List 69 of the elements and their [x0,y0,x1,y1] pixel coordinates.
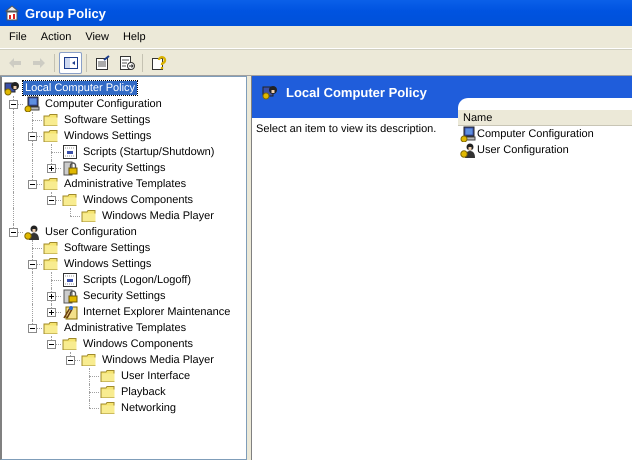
expand-icon[interactable] [47,292,56,301]
collapse-icon[interactable] [9,228,18,237]
folder-icon [81,353,97,367]
tree-item[interactable]: Internet Explorer Maintenance [81,305,232,319]
panel-title: Local Computer Policy [286,84,427,100]
column-header[interactable]: Name [458,112,492,124]
menu-item[interactable]: Help [116,31,153,43]
policy-icon [4,80,20,96]
tree-item[interactable]: Windows Settings [62,257,154,271]
list-item[interactable]: Computer Configuration [477,128,594,140]
collapse-icon[interactable] [9,100,18,109]
tree-item[interactable]: User Interface [119,369,192,383]
lock-icon [62,288,78,304]
policy-icon [4,5,20,21]
tree-item[interactable]: Computer Configuration [43,97,164,111]
folder-icon [100,385,116,399]
folder-icon [43,257,59,271]
tree-item[interactable]: Windows Settings [62,129,154,143]
tools-icon [62,304,78,320]
tree-item[interactable]: Windows Components [81,337,196,351]
collapse-icon[interactable] [28,324,37,333]
tree-item[interactable]: Windows Media Player [100,353,216,367]
tree-item[interactable]: Playback [119,385,168,399]
folder-icon [43,321,59,335]
folder-icon [43,177,59,191]
menu-item[interactable]: Action [34,31,78,43]
collapse-icon[interactable] [28,132,37,141]
script-icon [62,144,78,160]
folder-icon [100,369,116,383]
computer-icon [460,126,476,142]
lock-icon [62,160,78,176]
folder-icon [43,241,59,255]
tree-item[interactable]: Scripts (Startup/Shutdown) [81,145,216,159]
tree-item[interactable]: User Configuration [43,225,139,239]
list-item[interactable]: User Configuration [477,144,569,156]
tree-item[interactable]: Administrative Templates [62,177,188,191]
tree-item[interactable]: Software Settings [62,113,152,127]
expand-icon[interactable] [47,308,56,317]
folder-icon [62,337,78,351]
collapse-icon[interactable] [28,260,37,269]
menu-item[interactable]: View [78,31,116,43]
tree-item[interactable]: Local Computer Policy [23,81,138,95]
menu-item[interactable]: File [2,31,34,43]
collapse-icon[interactable] [28,180,37,189]
tree-item[interactable]: Scripts (Logon/Logoff) [81,273,194,287]
folder-icon [62,193,78,207]
policy-icon [262,84,278,100]
tree-item[interactable]: Windows Components [81,193,196,207]
collapse-icon[interactable] [47,340,56,349]
description-text: Select an item to view its description. [255,122,438,135]
computer-icon [24,96,40,112]
user-icon [460,142,476,158]
folder-icon [43,113,59,127]
user-icon [24,224,40,240]
window-title: Group Policy [25,6,106,20]
tree-item[interactable]: Security Settings [81,161,168,175]
tree-item[interactable]: Administrative Templates [62,321,188,335]
tree-item[interactable]: Networking [119,401,178,415]
expand-icon[interactable] [47,164,56,173]
folder-icon [100,401,116,415]
tree-item[interactable]: Windows Media Player [100,209,216,223]
tree-item[interactable]: Software Settings [62,241,152,255]
collapse-icon[interactable] [47,196,56,205]
script-icon [62,272,78,288]
folder-icon [81,209,97,223]
tree-item[interactable]: Security Settings [81,289,168,303]
panel-toggle-icon[interactable] [59,52,82,74]
collapse-icon[interactable] [66,356,75,365]
folder-icon [43,129,59,143]
